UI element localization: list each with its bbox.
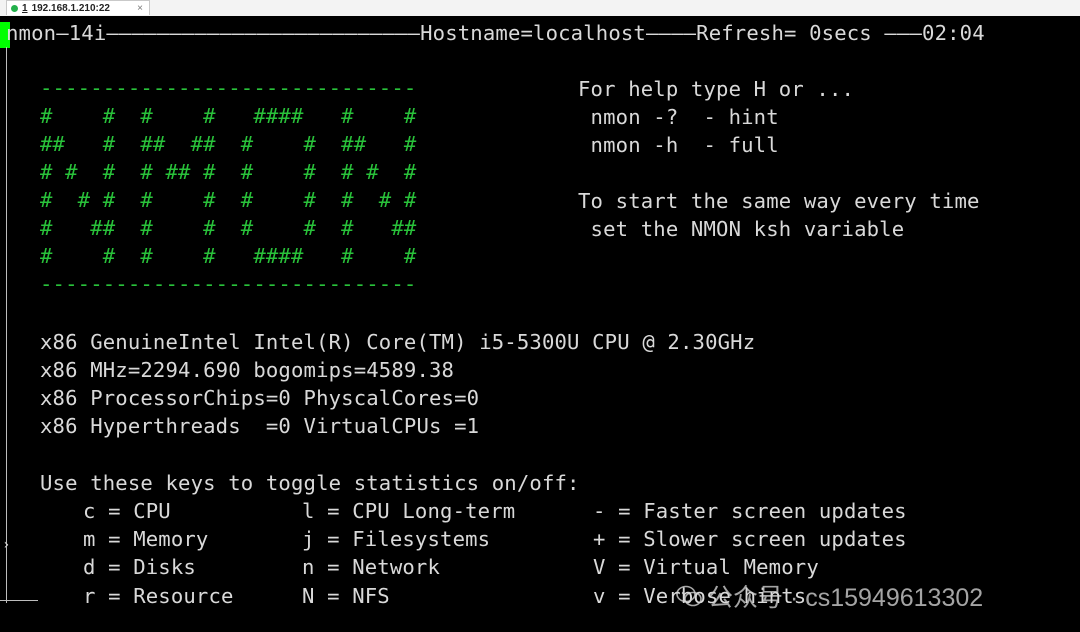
wechat-icon: [676, 585, 702, 607]
watermark: 公众号 · cs15949613302: [676, 578, 983, 614]
logo-line: # # # # # # # # # #: [40, 188, 417, 212]
logo-line: # ## # # # # # ##: [40, 216, 417, 240]
tab-number: 1: [22, 2, 28, 14]
help-line: set the NMON ksh variable: [578, 217, 905, 241]
nmon-header: nmon—14i—————————————————————————Hostnam…: [6, 21, 985, 45]
logo-line: ------------------------------: [40, 76, 417, 100]
frame-left-border: [6, 47, 7, 603]
help-line: nmon -? - hint: [578, 105, 779, 129]
key-hint: l = CPU Long-term: [302, 499, 516, 523]
key-hint: - = Faster screen updates: [593, 499, 907, 523]
key-hint: N = NFS: [302, 584, 390, 608]
logo-line: ------------------------------: [40, 272, 417, 296]
tab-title: 192.168.1.210:22: [31, 2, 110, 14]
logo-line: # # # # ## # # # # # #: [40, 160, 417, 184]
green-dot-icon: [11, 4, 18, 12]
keys-heading: Use these keys to toggle statistics on/o…: [40, 471, 580, 495]
key-hint: d = Disks: [83, 555, 196, 579]
help-line: For help type H or ...: [578, 77, 855, 101]
watermark-text: 公众号 · cs15949613302: [708, 584, 984, 612]
logo-line: # # # # #### # #: [40, 244, 417, 268]
close-icon[interactable]: ×: [137, 3, 143, 14]
frame-bottom-border: [0, 600, 38, 601]
key-hint: + = Slower screen updates: [593, 527, 907, 551]
tab-bar: 1 192.168.1.210:22 ×: [0, 0, 1080, 17]
key-hint: c = CPU: [83, 499, 171, 523]
scroll-marker: ›: [2, 537, 11, 553]
cpu-info-line: x86 MHz=2294.690 bogomips=4589.38: [40, 358, 455, 382]
help-line: nmon -h - full: [578, 133, 779, 157]
terminal-screen[interactable]: nmon—14i—————————————————————————Hostnam…: [0, 16, 1080, 632]
cpu-info-line: x86 GenuineIntel Intel(R) Core(TM) i5-53…: [40, 330, 756, 354]
session-tab[interactable]: 1 192.168.1.210:22 ×: [6, 0, 150, 15]
cpu-info-line: x86 Hyperthreads =0 VirtualCPUs =1: [40, 414, 480, 438]
key-hint: m = Memory: [83, 527, 209, 551]
help-line: To start the same way every time: [578, 189, 980, 213]
logo-line: # # # # #### # #: [40, 104, 417, 128]
logo-line: ## # ## ## # # ## #: [40, 132, 417, 156]
key-hint: V = Virtual Memory: [593, 555, 819, 579]
key-hint: n = Network: [302, 555, 441, 579]
cpu-info-line: x86 ProcessorChips=0 PhyscalCores=0: [40, 386, 480, 410]
key-hint: j = Filesystems: [302, 527, 491, 551]
key-hint: r = Resource: [83, 584, 234, 608]
